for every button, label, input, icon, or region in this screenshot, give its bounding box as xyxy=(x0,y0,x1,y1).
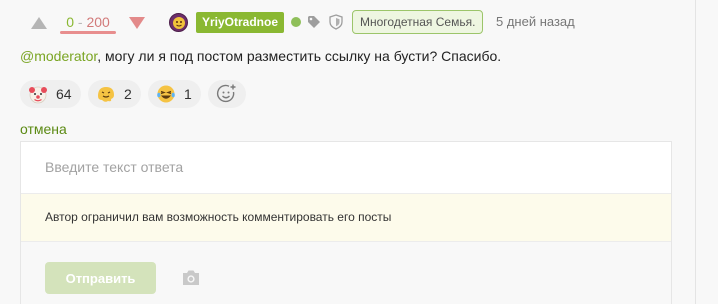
online-status-dot xyxy=(291,17,301,27)
add-reaction-button[interactable] xyxy=(208,80,246,108)
author-status-badge: Многодетная Семья. xyxy=(352,10,484,34)
reply-input[interactable] xyxy=(21,142,671,192)
avatar[interactable] xyxy=(169,13,188,32)
laughing-tears-emoji-icon xyxy=(156,84,176,104)
rating-counter: 0 - 200 xyxy=(60,12,116,34)
reaction-laughing[interactable]: 1 xyxy=(148,80,201,108)
tag-icon[interactable] xyxy=(307,15,321,29)
comment-body: @moderator, могу ли я под постом размест… xyxy=(20,46,501,66)
rating-separator: - xyxy=(77,14,83,30)
reaction-melting-face[interactable]: 2 xyxy=(88,80,141,108)
camera-icon[interactable] xyxy=(181,269,201,287)
avatar-face-icon xyxy=(172,16,185,29)
comment-text: , могу ли я под постом разместить ссылку… xyxy=(97,48,502,64)
shield-icon[interactable] xyxy=(328,14,344,30)
triangle-down-icon xyxy=(129,17,145,29)
comment-restriction-notice: Автор ограничил вам возможность комменти… xyxy=(21,193,671,242)
reaction-count: 1 xyxy=(184,86,192,102)
cancel-reply-link[interactable]: отмена xyxy=(20,119,67,139)
downvote-button[interactable] xyxy=(128,14,146,32)
add-reaction-icon xyxy=(216,84,236,103)
reply-form: Автор ограничил вам возможность комменти… xyxy=(20,141,672,304)
upvote-button[interactable] xyxy=(30,14,48,32)
column-divider xyxy=(695,0,696,304)
rating-minus: 200 xyxy=(86,14,110,30)
melting-face-emoji-icon xyxy=(96,84,116,104)
user-mention-link[interactable]: @moderator xyxy=(20,48,97,64)
clown-face-emoji-icon xyxy=(28,84,48,104)
rating-plus: 0 xyxy=(66,14,74,30)
reply-footer: Отправить xyxy=(21,242,671,304)
reaction-count: 2 xyxy=(124,86,132,102)
triangle-up-icon xyxy=(31,17,47,29)
comment-timestamp[interactable]: 5 дней назад xyxy=(496,12,575,32)
reaction-clown[interactable]: 64 xyxy=(20,80,81,108)
author-username[interactable]: YriyOtradnoe xyxy=(196,12,285,33)
send-button[interactable]: Отправить xyxy=(45,262,156,294)
reaction-count: 64 xyxy=(56,86,72,102)
rating-ratio-bar xyxy=(60,31,116,34)
